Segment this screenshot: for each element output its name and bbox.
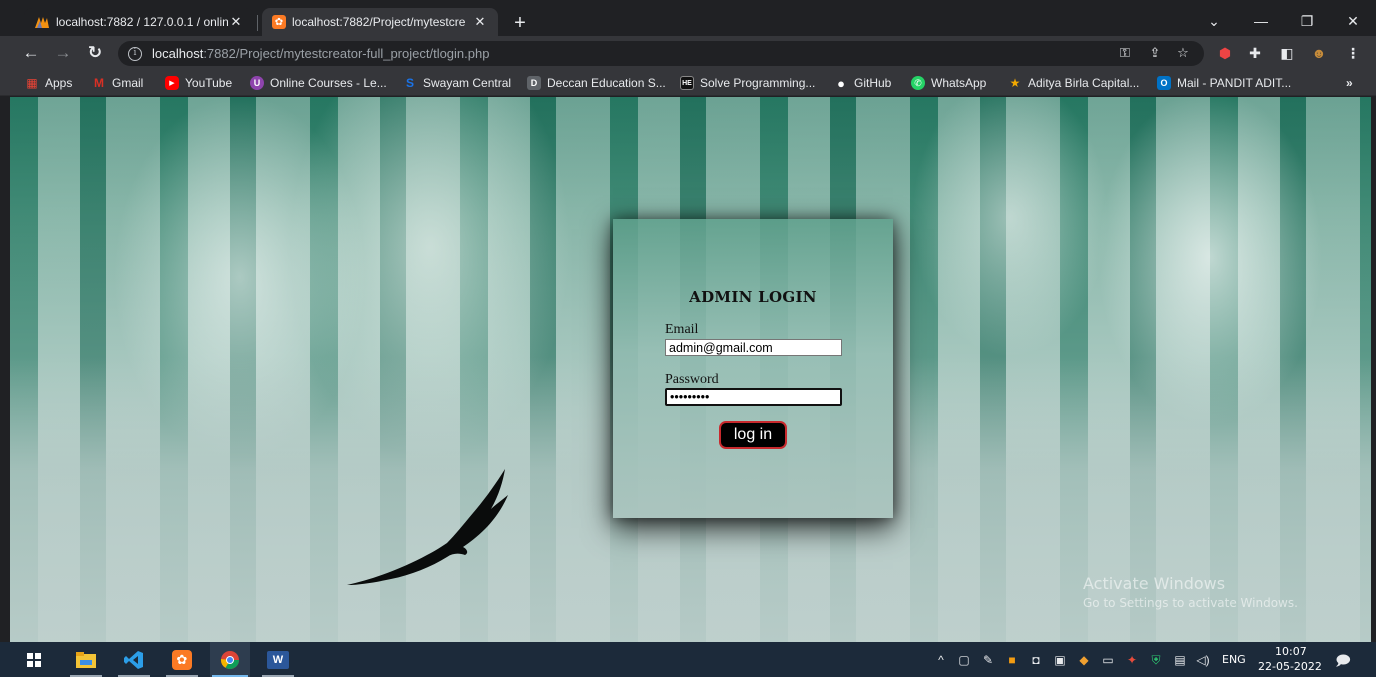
tablet-icon[interactable]: ▢ (956, 652, 972, 668)
restore-icon[interactable]: ❐ (1291, 10, 1323, 32)
browser-toolbar: ← → ↻ i localhost:7882/Project/mytestcre… (0, 36, 1376, 70)
tab-title: localhost:7882/Project/mytestcre (292, 15, 466, 29)
bookmarks-overflow-icon[interactable]: » (1346, 74, 1353, 92)
back-arrow-icon[interactable]: ← (20, 42, 42, 64)
watermark-title: Activate Windows (1083, 574, 1226, 593)
antivirus-icon[interactable]: ✦ (1124, 652, 1140, 668)
battery-icon[interactable]: ▭ (1100, 652, 1116, 668)
watermark-subtitle: Go to Settings to activate Windows. (1083, 596, 1298, 610)
eagle-silhouette-icon (347, 469, 508, 585)
side-panel-icon[interactable]: ◧ (1276, 42, 1298, 64)
password-label: Password (665, 372, 719, 387)
screen-icon[interactable]: ▣ (1052, 652, 1068, 668)
bookmarks-bar: ▦ Apps M Gmail ▶ YouTube U Online Courses - … (0, 70, 1376, 96)
email-field[interactable] (665, 339, 842, 356)
windows-taskbar: ✿ W ^ ▢ ✎ ■ ◘ ▣ ◆ ▭ ✦ ⛨ ▤ ◁) ENG 10:07 2… (0, 642, 1376, 677)
activate-windows-watermark: Activate Windows Go to Settings to activ… (1083, 574, 1298, 610)
bookmark-apps[interactable]: ▦ Apps (25, 74, 72, 92)
bookmark-hackerearth[interactable]: HE Solve Programming... (680, 74, 815, 92)
swayam-icon: S (405, 76, 414, 90)
share-icon[interactable]: ⇪ (1146, 45, 1164, 61)
apps-grid-icon: ▦ (26, 76, 38, 90)
tab-title: localhost:7882 / 127.0.0.1 / onlin (56, 15, 228, 29)
vscode-icon[interactable] (114, 642, 154, 677)
bookmark-youtube[interactable]: ▶ YouTube (165, 74, 232, 92)
bookmark-outlook-mail[interactable]: O Mail - PANDIT ADIT... (1157, 74, 1291, 92)
security-shield-icon[interactable]: ⛨ (1148, 652, 1164, 668)
language-indicator[interactable]: ENG (1222, 653, 1246, 666)
bookmark-swayam[interactable]: S Swayam Central (403, 74, 511, 92)
tab-close-icon[interactable]: ✕ (472, 14, 488, 30)
adblock-icon[interactable]: ⬢ (1214, 42, 1236, 64)
xampp-taskbar-icon[interactable]: ✿ (162, 642, 202, 677)
bookmark-gmail[interactable]: M Gmail (92, 74, 143, 92)
pen-icon[interactable]: ✎ (980, 652, 996, 668)
udemy-icon: U (250, 76, 264, 90)
address-bar[interactable]: i localhost:7882/Project/mytestcreator-f… (118, 41, 1204, 66)
close-window-icon[interactable]: ✕ (1337, 10, 1369, 32)
tab-close-icon[interactable]: ✕ (228, 14, 244, 30)
network-icon[interactable]: ▤ (1172, 652, 1188, 668)
github-icon: ● (837, 75, 845, 91)
extensions-puzzle-icon[interactable]: ✚ (1244, 42, 1266, 64)
aditya-birla-icon: ★ (1009, 76, 1021, 90)
reload-icon[interactable]: ↻ (84, 42, 106, 64)
tab-search-icon[interactable]: ⌄ (1198, 10, 1230, 32)
chrome-taskbar-icon[interactable] (210, 642, 250, 677)
login-title: ADMIN LOGIN (689, 288, 817, 306)
hackerearth-icon: HE (680, 76, 694, 90)
notifications-icon[interactable]: 🗩 (1335, 652, 1351, 668)
clock-time[interactable]: 10:07 (1275, 645, 1307, 658)
email-label: Email (665, 322, 699, 337)
new-tab-button[interactable]: + (508, 12, 532, 34)
youtube-icon: ▶ (165, 76, 179, 90)
windows-start-icon[interactable] (18, 642, 50, 677)
bookmark-deccan[interactable]: D Deccan Education S... (527, 74, 666, 92)
onedrive-icon[interactable]: ◘ (1028, 652, 1044, 668)
minimize-icon[interactable]: — (1245, 10, 1277, 32)
bookmark-online-courses[interactable]: U Online Courses - Le... (250, 74, 387, 92)
clock-date[interactable]: 22-05-2022 (1258, 660, 1322, 673)
app-tray-icon[interactable]: ◆ (1076, 652, 1092, 668)
forward-arrow-icon[interactable]: → (52, 42, 74, 64)
page-content: ADMIN LOGIN Email Password log in Activa… (10, 97, 1371, 642)
show-hidden-icons-icon[interactable]: ^ (933, 652, 949, 668)
menu-kebab-icon[interactable]: ⋮ (1342, 42, 1364, 64)
star-icon[interactable]: ☆ (1174, 45, 1192, 61)
login-button[interactable]: log in (719, 421, 787, 449)
admin-login-card: ADMIN LOGIN Email Password log in (613, 219, 893, 518)
key-icon[interactable]: ⚿ (1116, 45, 1134, 61)
profile-avatar-icon[interactable]: ☻ (1308, 42, 1330, 64)
bookmark-whatsapp[interactable]: ✆ WhatsApp (911, 74, 986, 92)
file-explorer-icon[interactable] (66, 642, 106, 677)
volume-icon[interactable]: ◁) (1195, 652, 1211, 668)
tab-phpmyadmin[interactable]: localhost:7882 / 127.0.0.1 / onlin ✕ (24, 8, 254, 36)
password-field[interactable] (665, 388, 842, 406)
outlook-icon: O (1157, 76, 1171, 90)
info-icon[interactable]: i (128, 46, 142, 61)
gmail-icon: M (94, 76, 104, 90)
whatsapp-icon: ✆ (911, 76, 925, 90)
tab-strip: localhost:7882 / 127.0.0.1 / onlin ✕ ✿ l… (0, 0, 1376, 36)
deccan-icon: D (527, 76, 541, 90)
tab-separator (257, 15, 258, 31)
bookmark-aditya-birla[interactable]: ★ Aditya Birla Capital... (1008, 74, 1140, 92)
xampp-tray-icon[interactable]: ■ (1004, 652, 1020, 668)
bookmark-github[interactable]: ● GitHub (834, 74, 891, 92)
word-icon[interactable]: W (258, 642, 298, 677)
url-text: localhost:7882/Project/mytestcreator-ful… (152, 46, 490, 61)
xampp-icon: ✿ (272, 15, 286, 29)
tab-project[interactable]: ✿ localhost:7882/Project/mytestcre ✕ (262, 8, 498, 36)
phpmyadmin-icon (34, 15, 50, 29)
